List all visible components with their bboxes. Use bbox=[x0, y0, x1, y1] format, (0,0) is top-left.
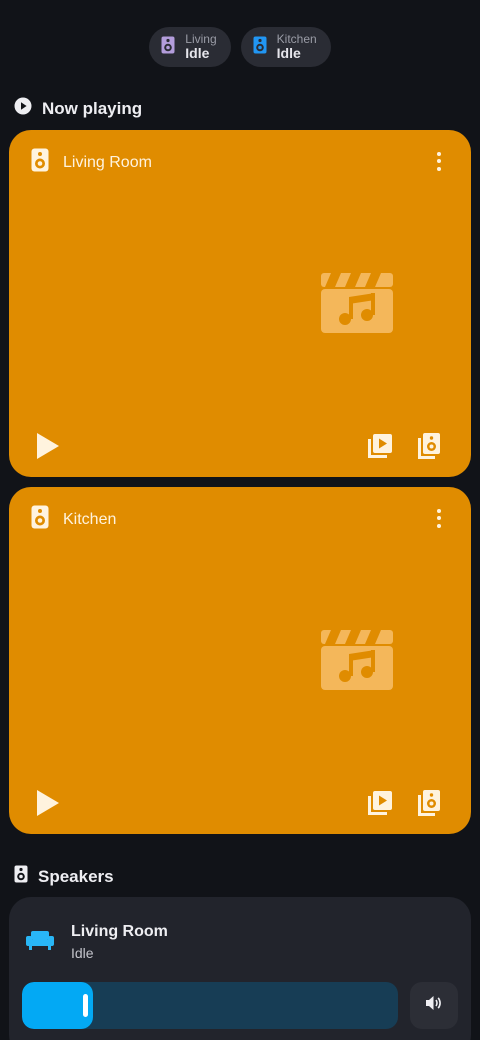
speaker-icon bbox=[14, 865, 28, 888]
music-clapperboard-icon bbox=[321, 273, 393, 333]
speakers-heading: Speakers bbox=[14, 865, 114, 888]
play-button[interactable] bbox=[35, 431, 61, 461]
card-header: Living Room bbox=[31, 148, 152, 177]
section-title: Now playing bbox=[42, 98, 143, 118]
speaker-card-living-room[interactable]: Living Room Idle bbox=[9, 897, 471, 1040]
more-options-button[interactable] bbox=[429, 150, 449, 172]
volume-icon bbox=[425, 995, 443, 1016]
now-playing-heading: Now playing bbox=[14, 97, 142, 120]
speaker-chips: Living Idle Kitchen Idle bbox=[0, 27, 480, 67]
speaker-icon bbox=[161, 36, 175, 59]
speaker-name: Living Room bbox=[71, 923, 168, 940]
mute-button[interactable] bbox=[410, 982, 458, 1029]
select-source-button[interactable] bbox=[367, 790, 393, 816]
volume-thumb[interactable] bbox=[83, 994, 88, 1017]
select-source-button[interactable] bbox=[367, 433, 393, 459]
media-card-living-room[interactable]: Living Room bbox=[9, 130, 471, 477]
sofa-icon bbox=[26, 929, 54, 951]
play-circle-icon bbox=[14, 97, 32, 120]
media-card-kitchen[interactable]: Kitchen bbox=[9, 487, 471, 834]
chip-state: Idle bbox=[276, 44, 301, 61]
chip-state: Idle bbox=[185, 44, 210, 61]
play-button[interactable] bbox=[35, 788, 61, 818]
card-title: Kitchen bbox=[63, 510, 117, 528]
speaker-state: Idle bbox=[71, 945, 94, 961]
speaker-icon bbox=[31, 148, 49, 177]
speaker-icon bbox=[253, 36, 267, 59]
music-clapperboard-icon bbox=[321, 630, 393, 690]
section-title: Speakers bbox=[38, 866, 114, 886]
card-header: Kitchen bbox=[31, 505, 116, 534]
speaker-group-button[interactable] bbox=[417, 789, 441, 817]
speaker-group-button[interactable] bbox=[417, 432, 441, 460]
volume-slider[interactable] bbox=[22, 982, 398, 1029]
chip-kitchen[interactable]: Kitchen Idle bbox=[240, 27, 331, 67]
card-title: Living Room bbox=[63, 153, 152, 171]
speaker-icon bbox=[31, 505, 49, 534]
more-options-button[interactable] bbox=[429, 507, 449, 529]
chip-living[interactable]: Living Idle bbox=[149, 27, 231, 67]
